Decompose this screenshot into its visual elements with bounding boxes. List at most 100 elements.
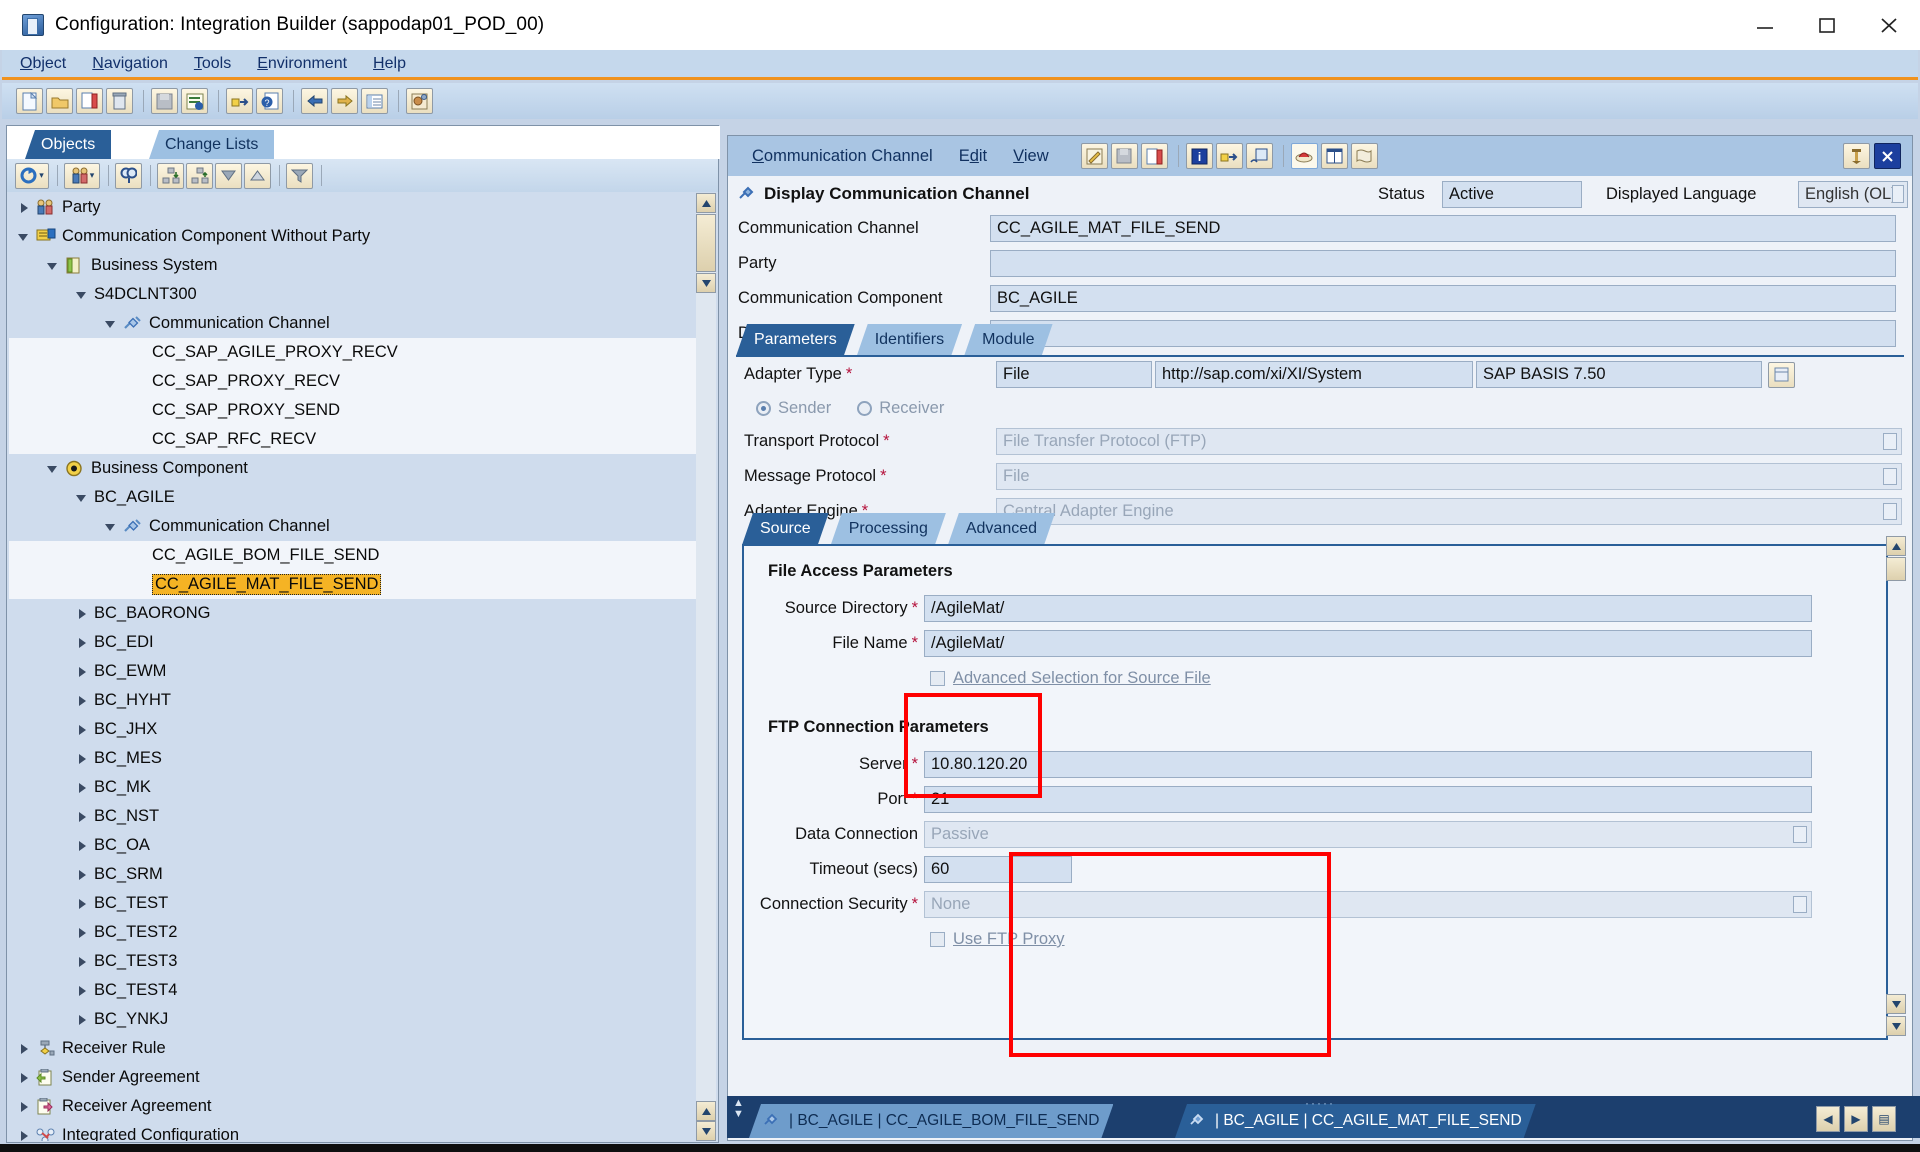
scroll-down-icon[interactable] (215, 162, 242, 189)
adapter-swcv-value[interactable]: SAP BASIS 7.50 (1476, 361, 1762, 388)
filter-icon[interactable] (286, 162, 313, 189)
displayed-language-value[interactable]: English (OL) (1798, 180, 1908, 208)
source-pane-scrollbar[interactable] (1886, 536, 1906, 1036)
where-used-icon[interactable]: ? (256, 88, 283, 114)
message-protocol-value[interactable]: File (996, 463, 1902, 490)
collapse-node-icon[interactable] (186, 162, 213, 189)
tab-change-lists[interactable]: Change Lists (149, 130, 275, 159)
bottom-next-button[interactable]: ▶ (1844, 1106, 1868, 1132)
chevron-right-icon[interactable] (75, 636, 89, 650)
adapter-engine-value[interactable]: Central Adapter Engine (996, 498, 1902, 525)
chevron-right-icon[interactable] (75, 723, 89, 737)
copy-document-icon[interactable] (76, 88, 103, 114)
tab-identifiers[interactable]: Identifiers (857, 324, 962, 356)
source-scroll-thumb[interactable] (1886, 557, 1906, 581)
chevron-down-icon[interactable] (46, 462, 60, 476)
connection-security-value[interactable]: None (924, 891, 1812, 918)
tree-item-business-system[interactable]: Business System (9, 251, 709, 280)
transport-icon[interactable] (1215, 143, 1243, 169)
source-directory-input[interactable]: /AgileMat/ (924, 595, 1812, 622)
tree-item-party[interactable]: Party (9, 193, 709, 222)
source-scroll-bottom-button[interactable] (1886, 1016, 1906, 1036)
chevron-down-icon[interactable] (1883, 503, 1897, 520)
tree-item-communication-channel[interactable]: Communication Channel (9, 309, 709, 338)
chevron-down-icon[interactable] (104, 317, 118, 331)
tree-item-bc-edi[interactable]: BC_EDI (9, 628, 709, 657)
tree-item-bc-hyht[interactable]: BC_HYHT (9, 686, 709, 715)
tree-scroll-up-button[interactable] (696, 193, 716, 213)
chevron-down-icon[interactable] (75, 288, 89, 302)
tree-scroll-bottom-down-button[interactable] (696, 1121, 716, 1141)
transport-arrow-icon[interactable] (226, 88, 253, 114)
tab-module[interactable]: Module (964, 324, 1052, 356)
tree-item-receiver-rule[interactable]: Receiver Rule (9, 1034, 709, 1063)
language-dropdown-arrow[interactable] (1892, 184, 1904, 203)
tree-item-integrated-configuration[interactable]: Integrated Configuration (9, 1121, 709, 1141)
close-panel-icon[interactable] (1874, 143, 1901, 169)
tree-scroll-thumb[interactable] (696, 214, 716, 272)
chevron-down-icon[interactable] (17, 230, 31, 244)
tree-item-bc-test3[interactable]: BC_TEST3 (9, 947, 709, 976)
scroll-up-icon[interactable] (244, 162, 271, 189)
party-input[interactable] (990, 250, 1896, 277)
forward-arrow-icon[interactable] (331, 88, 358, 114)
menu-object[interactable]: Object (20, 55, 66, 73)
adapter-type-value[interactable]: File (996, 361, 1152, 388)
edit-pencil-icon[interactable] (1080, 143, 1108, 169)
description-input[interactable] (990, 320, 1896, 347)
bottom-tab-mat-file-send[interactable]: | BC_AGILE | CC_AGILE_MAT_FILE_SEND (1175, 1104, 1536, 1138)
tree-item-cc-sap-agile-proxy-recv[interactable]: CC_SAP_AGILE_PROXY_RECV (9, 338, 709, 367)
chevron-down-icon[interactable] (1793, 896, 1807, 913)
tree-item-cc-agile-mat-file-send[interactable]: CC_AGILE_MAT_FILE_SEND (9, 570, 709, 599)
advanced-selection-checkbox[interactable] (930, 671, 945, 686)
tab-parameters[interactable]: Parameters (736, 324, 855, 356)
info-icon[interactable]: i (1185, 143, 1213, 169)
documentation-icon[interactable] (1320, 143, 1348, 169)
user-settings-icon[interactable] (406, 88, 433, 114)
communication-channel-input[interactable]: CC_AGILE_MAT_FILE_SEND (990, 215, 1896, 242)
chevron-down-icon[interactable] (1793, 826, 1807, 843)
tree-item-cc-agile-bom-file-send[interactable]: CC_AGILE_BOM_FILE_SEND (9, 541, 709, 570)
use-ftp-proxy-label[interactable]: Use FTP Proxy (953, 930, 1065, 949)
tree-item-bc-srm[interactable]: BC_SRM (9, 860, 709, 889)
tab-processing[interactable]: Processing (831, 513, 946, 545)
chevron-right-icon[interactable] (17, 201, 31, 215)
bottom-list-button[interactable]: ▤ (1872, 1106, 1896, 1132)
data-connection-value[interactable]: Passive (924, 821, 1812, 848)
chevron-right-icon[interactable] (75, 1013, 89, 1027)
chevron-right-icon[interactable] (75, 868, 89, 882)
chevron-down-icon[interactable] (75, 491, 89, 505)
tree-item-bc-mes[interactable]: BC_MES (9, 744, 709, 773)
timeout-input[interactable]: 60 (924, 856, 1072, 883)
menu-edit[interactable]: Edit (959, 147, 987, 166)
chevron-right-icon[interactable] (75, 665, 89, 679)
tree-item-receiver-agreement[interactable]: Receiver Agreement (9, 1092, 709, 1121)
tree-item-communication-channel[interactable]: Communication Channel (9, 512, 709, 541)
bottom-prev-button[interactable]: ◀ (1816, 1106, 1840, 1132)
tree-item-bc-baorong[interactable]: BC_BAORONG (9, 599, 709, 628)
tree-item-business-component[interactable]: Business Component (9, 454, 709, 483)
adapter-metadata-browse-icon[interactable] (1768, 361, 1795, 388)
chevron-down-icon[interactable] (1883, 433, 1897, 450)
menu-communication-channel[interactable]: Communication Channel (752, 147, 933, 166)
bottom-bar-scroll-controls[interactable]: ▲ ▼ (733, 1098, 744, 1120)
print-icon[interactable] (1350, 143, 1378, 169)
sender-radio[interactable] (756, 400, 771, 416)
maximize-button[interactable] (1796, 0, 1858, 50)
chevron-right-icon[interactable] (75, 694, 89, 708)
receiver-radio[interactable] (857, 400, 873, 416)
chevron-right-icon[interactable] (75, 926, 89, 940)
minimize-button[interactable] (1734, 0, 1796, 50)
tab-objects[interactable]: Objects (25, 130, 112, 159)
check-list-icon[interactable] (181, 88, 208, 114)
chevron-down-icon[interactable] (1883, 468, 1897, 485)
tree-item-bc-test2[interactable]: BC_TEST2 (9, 918, 709, 947)
chevron-right-icon[interactable] (17, 1129, 31, 1142)
chevron-right-icon[interactable] (75, 810, 89, 824)
new-document-icon[interactable] (16, 88, 43, 114)
chevron-right-icon[interactable] (75, 839, 89, 853)
tree-item-communication-component-without-party[interactable]: Communication Component Without Party (9, 222, 709, 251)
chevron-right-icon[interactable] (75, 984, 89, 998)
tree-item-bc-mk[interactable]: BC_MK (9, 773, 709, 802)
tree-scroll-down-button[interactable] (696, 273, 716, 293)
